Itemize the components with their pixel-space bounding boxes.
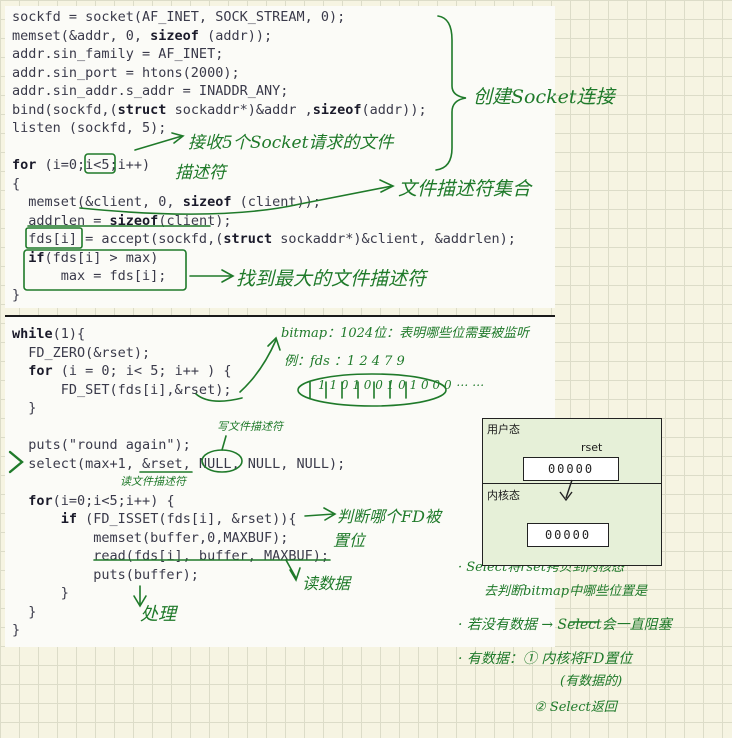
setup-code-line: listen (sockfd, 5); bbox=[12, 120, 167, 136]
rset-label: rset bbox=[581, 441, 603, 454]
select-loop-code-line: for(i=0;i<5;i++) { bbox=[28, 492, 175, 509]
select-loop-code-line: while(1){ bbox=[12, 326, 86, 342]
select-loop-code-line: } bbox=[12, 622, 21, 638]
annotation-has-data: · 有数据：① 内核将FD置位 bbox=[458, 651, 633, 667]
select-loop-code-line bbox=[12, 419, 20, 435]
annotation-accept-five: 接收5个Socket请求的文件 bbox=[188, 133, 394, 153]
annotation-check-fd: 判断哪个FD被 bbox=[337, 507, 441, 526]
setup-code-line: fds[i] = accept(sockfd,(struct sockaddr*… bbox=[12, 231, 516, 247]
setup-code-line: bind(sockfd,(struct sockaddr*)&addr ,siz… bbox=[12, 101, 427, 118]
code-card-setup: sockfd = socket(AF_INET, SOCK_STREAM, 0)… bbox=[5, 6, 555, 308]
code-card-select-loop: while(1){ FD_ZERO(&rset); for (i = 0; i<… bbox=[5, 315, 555, 647]
annotation-bitmap: bitmap：1024位：表明哪些位需要被监听 bbox=[281, 326, 530, 341]
select-loop-code-line: FD_SET(fds[i],&rset); bbox=[12, 381, 232, 398]
select-loop-code-line: read(fds[i], buffer, MAXBUF); bbox=[12, 548, 329, 564]
annotation-create-socket: 创建Socket连接 bbox=[473, 86, 615, 108]
setup-code-line: } bbox=[12, 286, 21, 303]
annotation-process: 处理 bbox=[140, 604, 176, 625]
annotation-write-fd: 写文件描述符 bbox=[217, 420, 283, 433]
annotation-descriptor: 描述符 bbox=[175, 163, 226, 183]
annotation-has-data-note: (有数据的) bbox=[560, 674, 623, 689]
annotation-read-data: 读数据 bbox=[302, 574, 351, 593]
setup-code-line: addr.sin_addr.s_addr = INADDR_ANY; bbox=[12, 83, 289, 99]
select-loop-code-line: } bbox=[12, 400, 37, 416]
space-divider bbox=[483, 483, 661, 484]
select-loop-code-line: } bbox=[12, 603, 37, 620]
select-loop-code-line: } bbox=[12, 585, 69, 601]
setup-code-line: if(fds[i] > max) bbox=[28, 249, 159, 266]
select-loop-code-line: select(max+1, &rset, NULL, NULL, NULL); bbox=[12, 455, 346, 472]
select-loop-code-line: if (FD_ISSET(fds[i], &rset)){ bbox=[60, 511, 297, 527]
annotation-bitmap-bits: 1 1 0 1 0 0 1 0 1 0 0 0 ⋯ ⋯ bbox=[318, 378, 484, 392]
annotation-select-return: ② Select返回 bbox=[534, 700, 617, 715]
setup-code-line bbox=[12, 139, 20, 155]
setup-code-line: sockfd = socket(AF_INET, SOCK_STREAM, 0)… bbox=[12, 9, 346, 25]
setup-code-line: addr.sin_family = AF_INET; bbox=[12, 46, 224, 62]
annotation-read-fd: 读文件描述符 bbox=[120, 475, 186, 488]
annotation-kernel-check: 去判断bitmap中哪些位置是 bbox=[484, 584, 648, 599]
annotation-fd-set: 文件描述符集合 bbox=[398, 178, 532, 200]
user-rset-cell: 00000 bbox=[523, 457, 619, 481]
setup-code-line: addr.sin_port = htons(2000); bbox=[12, 64, 240, 81]
select-loop-code-line: puts(buffer); bbox=[12, 566, 199, 583]
select-loop-code-line bbox=[12, 474, 20, 490]
annotation-set-position: 置位 bbox=[333, 531, 366, 550]
setup-code-line: memset(&client, 0, sizeof (client)); bbox=[12, 194, 321, 210]
select-loop-code-line: FD_ZERO(&rset); bbox=[12, 344, 151, 361]
code-block-setup: sockfd = socket(AF_INET, SOCK_STREAM, 0)… bbox=[12, 8, 516, 304]
setup-code-line: for (i=0;i<5;i++) bbox=[12, 157, 151, 173]
user-space-label: 用户态 bbox=[487, 423, 520, 436]
annotation-no-data: · 若没有数据 → Select会一直阻塞 bbox=[458, 617, 672, 633]
select-loop-code-line: memset(buffer,0,MAXBUF); bbox=[12, 529, 289, 546]
annotation-find-max: 找到最大的文件描述符 bbox=[236, 268, 427, 290]
setup-code-line: memset(&addr, 0, sizeof (addr)); bbox=[12, 27, 273, 44]
setup-code-line: { bbox=[12, 175, 21, 192]
kernel-space-label: 内核态 bbox=[487, 489, 520, 502]
user-kernel-diagram: 用户态 rset 00000 内核态 00000 bbox=[482, 418, 662, 566]
kernel-rset-cell: 00000 bbox=[527, 523, 609, 547]
select-loop-code-line: for (i = 0; i< 5; i++ ) { bbox=[28, 363, 232, 379]
setup-code-line: max = fds[i]; bbox=[12, 268, 167, 284]
select-loop-code-line: puts("round again"); bbox=[12, 437, 191, 453]
setup-code-line: addrlen = sizeof(client); bbox=[12, 212, 232, 229]
annotation-example-fds: 例：fds ：1 2 4 7 9 bbox=[284, 354, 405, 369]
